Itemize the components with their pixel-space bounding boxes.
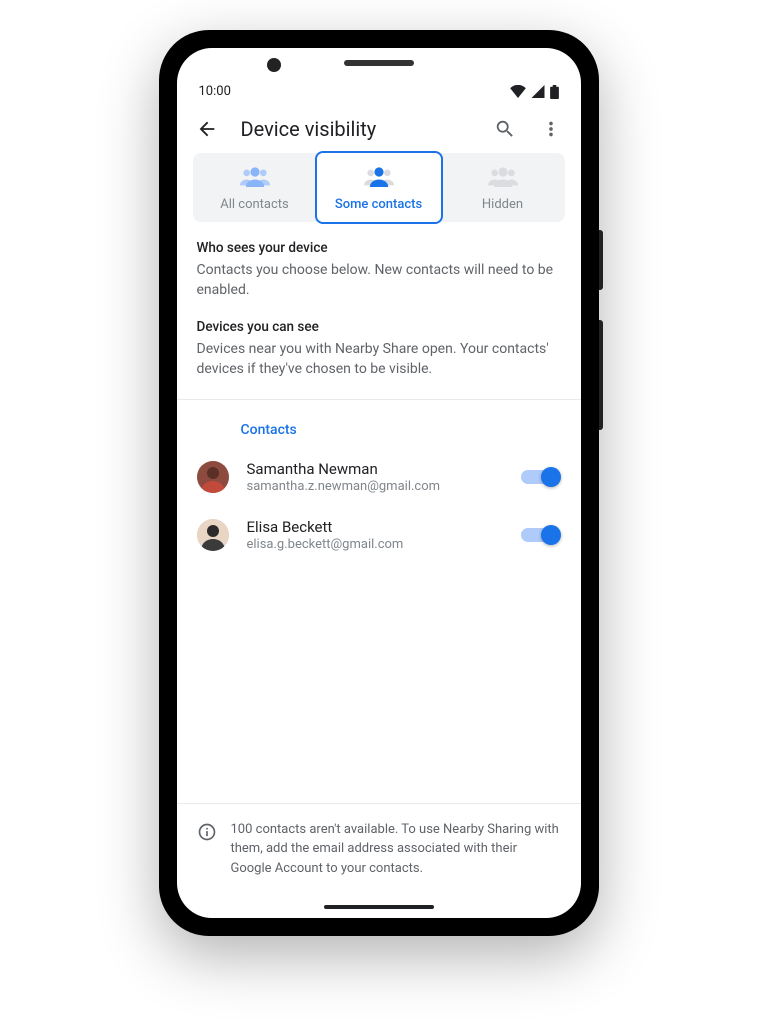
status-bar: 10:00 [177, 78, 581, 105]
tab-label: Hidden [482, 197, 523, 212]
more-button[interactable] [539, 117, 563, 141]
app-bar: Device visibility [177, 105, 581, 153]
search-button[interactable] [493, 117, 517, 141]
contact-toggle[interactable] [521, 467, 561, 487]
status-time: 10:00 [199, 84, 231, 99]
contact-toggle[interactable] [521, 525, 561, 545]
section-text: Devices near you with Nearby Share open.… [197, 339, 561, 380]
phone-camera [267, 58, 281, 72]
footer-note: 100 contacts aren't available. To use Ne… [177, 803, 581, 897]
status-icons [510, 85, 559, 99]
contact-name: Elisa Beckett [247, 518, 503, 536]
tab-all-contacts[interactable]: All contacts [193, 153, 317, 222]
more-vert-icon [540, 118, 562, 140]
contact-row: Elisa Beckett elisa.g.beckett@gmail.com [177, 506, 581, 564]
info-icon [197, 822, 217, 842]
phone-screen: 10:00 Device visibility [177, 48, 581, 918]
tab-label: All contacts [220, 197, 289, 212]
who-sees-section: Who sees your device Contacts you choose… [177, 222, 581, 301]
switch-thumb [541, 467, 561, 487]
contact-email: samantha.z.newman@gmail.com [247, 479, 503, 494]
contacts-header: Contacts [177, 400, 581, 448]
phone-speaker [344, 60, 414, 66]
nav-handle[interactable] [324, 905, 434, 909]
phone-physical-button [599, 320, 603, 430]
nav-bar [177, 896, 581, 918]
search-icon [494, 118, 516, 140]
contact-info: Samantha Newman samantha.z.newman@gmail.… [247, 460, 503, 494]
page-title: Device visibility [241, 117, 471, 141]
battery-icon [550, 85, 559, 99]
tab-hidden[interactable]: Hidden [441, 153, 565, 222]
contact-name: Samantha Newman [247, 460, 503, 478]
visibility-tabs: All contacts Some contacts [193, 153, 565, 222]
switch-thumb [541, 525, 561, 545]
section-text: Contacts you choose below. New contacts … [197, 260, 561, 301]
tab-some-contacts[interactable]: Some contacts [315, 151, 443, 224]
arrow-back-icon [196, 118, 218, 140]
wifi-icon [510, 85, 526, 98]
cellular-icon [531, 85, 545, 98]
people-icon [235, 165, 275, 189]
section-title: Devices you can see [197, 319, 561, 335]
contact-info: Elisa Beckett elisa.g.beckett@gmail.com [247, 518, 503, 552]
avatar [197, 461, 229, 493]
contact-row: Samantha Newman samantha.z.newman@gmail.… [177, 448, 581, 506]
phone-notch [177, 48, 581, 78]
phone-physical-button [599, 230, 603, 290]
avatar [197, 519, 229, 551]
people-icon [483, 165, 523, 189]
you-see-section: Devices you can see Devices near you wit… [177, 301, 581, 380]
phone-frame: 10:00 Device visibility [159, 30, 599, 936]
footer-text: 100 contacts aren't available. To use Ne… [231, 820, 561, 879]
tab-label: Some contacts [335, 197, 422, 212]
section-title: Who sees your device [197, 240, 561, 256]
people-icon [359, 165, 399, 189]
back-button[interactable] [195, 117, 219, 141]
contact-email: elisa.g.beckett@gmail.com [247, 537, 503, 552]
